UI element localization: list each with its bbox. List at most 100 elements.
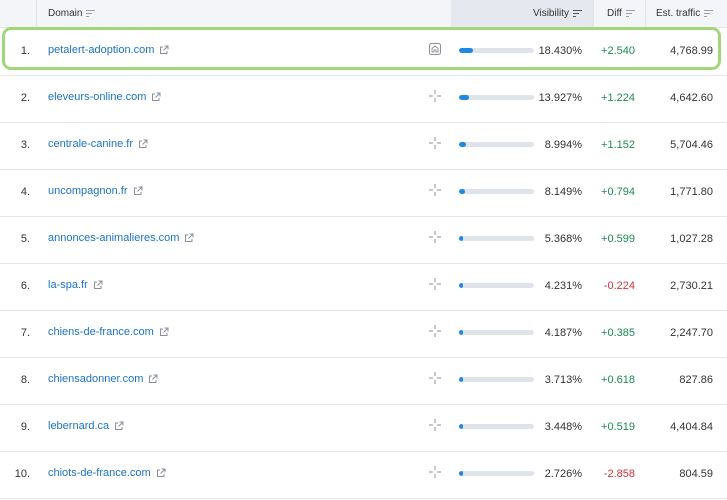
- crosshair-icon[interactable]: [428, 277, 442, 291]
- domain-link[interactable]: chiensadonner.com: [48, 373, 143, 385]
- rank-number: 1.: [20, 45, 30, 57]
- sort-icon[interactable]: [704, 10, 714, 17]
- external-link-icon[interactable]: [159, 327, 169, 337]
- external-link-icon[interactable]: [184, 233, 194, 243]
- rank-number: 7.: [20, 327, 30, 339]
- visibility-value: 3.448%: [544, 421, 582, 433]
- visibility-bar-fill: [459, 424, 463, 429]
- visibility-bar-fill: [459, 283, 463, 288]
- traffic-value: 827.86: [679, 374, 713, 386]
- domain-cell: annonces-animalieres.com: [48, 232, 194, 244]
- visibility-bar: [459, 424, 534, 429]
- sort-icon[interactable]: [625, 10, 635, 17]
- domain-cell: centrale-canine.fr: [48, 138, 148, 150]
- diff-value: +1.152: [601, 139, 635, 151]
- external-link-icon[interactable]: [148, 374, 158, 384]
- visibility-bar: [459, 48, 534, 53]
- diff-header-label: Diff: [607, 8, 622, 19]
- table-row: 7. chiens-de-france.com 4.187% +0.385 2,247.…: [0, 310, 727, 358]
- external-link-icon[interactable]: [151, 92, 161, 102]
- traffic-column-header[interactable]: Est. traffic: [656, 0, 714, 27]
- table-row: 1. petalert-adoption.com 18.430% +2.540 4,76…: [0, 28, 727, 76]
- table-row: 5. annonces-animalieres.com 5.368% +0.599 1,…: [0, 216, 727, 264]
- traffic-value: 5,704.46: [670, 139, 713, 151]
- diff-value: +0.794: [601, 186, 635, 198]
- table-row: 9. lebernard.ca 3.448% +0.519 4,404.84: [0, 404, 727, 452]
- domain-link[interactable]: petalert-adoption.com: [48, 44, 154, 56]
- domain-link[interactable]: lebernard.ca: [48, 420, 109, 432]
- crosshair-icon[interactable]: [428, 230, 442, 244]
- competitors-table: Domain Visibility Diff Est. traffic 1. pe…: [0, 0, 727, 500]
- diff-value: +0.385: [601, 327, 635, 339]
- column-divider: [36, 0, 37, 27]
- visibility-value: 4.187%: [544, 327, 582, 339]
- crosshair-icon[interactable]: [428, 136, 442, 150]
- external-link-icon[interactable]: [93, 280, 103, 290]
- domain-link[interactable]: eleveurs-online.com: [48, 91, 146, 103]
- traffic-value: 1,771.80: [670, 186, 713, 198]
- external-link-icon[interactable]: [138, 139, 148, 149]
- crosshair-icon[interactable]: [428, 371, 442, 385]
- external-link-icon[interactable]: [156, 468, 166, 478]
- crosshair-icon[interactable]: [428, 418, 442, 432]
- sort-icon[interactable]: [86, 10, 96, 17]
- visibility-bar-fill: [459, 236, 463, 241]
- visibility-bar: [459, 471, 534, 476]
- home-icon[interactable]: [428, 42, 442, 56]
- traffic-value: 1,027.28: [670, 233, 713, 245]
- rank-number: 2.: [20, 92, 30, 104]
- diff-column-header[interactable]: Diff: [607, 0, 635, 27]
- visibility-bar: [459, 283, 534, 288]
- external-link-icon[interactable]: [133, 186, 143, 196]
- domain-link[interactable]: la-spa.fr: [48, 279, 88, 291]
- visibility-value: 8.994%: [544, 139, 582, 151]
- visibility-bar-fill: [459, 95, 469, 100]
- traffic-value: 4,404.84: [670, 421, 713, 433]
- visibility-bar: [459, 377, 534, 382]
- rank-number: 4.: [20, 186, 30, 198]
- diff-value: +0.618: [601, 374, 635, 386]
- crosshair-icon[interactable]: [428, 324, 442, 338]
- rank-number: 9.: [20, 421, 30, 433]
- sort-desc-icon[interactable]: [572, 10, 582, 17]
- visibility-value: 3.713%: [544, 374, 582, 386]
- visibility-value: 5.368%: [544, 233, 582, 245]
- external-link-icon[interactable]: [114, 421, 124, 431]
- diff-value: +0.599: [601, 233, 635, 245]
- table-row: 4. uncompagnon.fr 8.149% +0.794 1,771.80: [0, 169, 727, 217]
- domain-link[interactable]: uncompagnon.fr: [48, 185, 128, 197]
- domain-column-header[interactable]: Domain: [48, 0, 96, 27]
- visibility-column-header[interactable]: Visibility: [533, 0, 582, 27]
- table-row: 3. centrale-canine.fr 8.994% +1.152 5,704.46: [0, 122, 727, 170]
- visibility-bar: [459, 189, 534, 194]
- table-row: 2. eleveurs-online.com 13.927% +1.224 4,642.…: [0, 75, 727, 123]
- crosshair-icon[interactable]: [428, 183, 442, 197]
- visibility-bar-fill: [459, 471, 463, 476]
- rank-number: 10.: [14, 468, 30, 480]
- domain-link[interactable]: centrale-canine.fr: [48, 138, 133, 150]
- domain-cell: chiots-de-france.com: [48, 467, 166, 479]
- traffic-value: 2,247.70: [670, 327, 713, 339]
- domain-cell: eleveurs-online.com: [48, 91, 161, 103]
- table-row: 10. chiots-de-france.com 2.726% -2.858 804.5…: [0, 451, 727, 499]
- domain-cell: chiensadonner.com: [48, 373, 158, 385]
- visibility-bar-fill: [459, 189, 465, 194]
- visibility-header-label: Visibility: [533, 8, 569, 19]
- crosshair-icon[interactable]: [428, 89, 442, 103]
- external-link-icon[interactable]: [159, 45, 169, 55]
- domain-cell: la-spa.fr: [48, 279, 103, 291]
- visibility-bar: [459, 95, 534, 100]
- domain-cell: lebernard.ca: [48, 420, 124, 432]
- domain-cell: petalert-adoption.com: [48, 44, 169, 56]
- domain-header-label: Domain: [48, 8, 83, 19]
- domain-link[interactable]: chiots-de-france.com: [48, 467, 151, 479]
- domain-link[interactable]: chiens-de-france.com: [48, 326, 154, 338]
- domain-link[interactable]: annonces-animalieres.com: [48, 232, 179, 244]
- traffic-value: 2,730.21: [670, 280, 713, 292]
- visibility-value: 18.430%: [538, 45, 582, 57]
- column-divider: [645, 0, 646, 27]
- visibility-bar-fill: [459, 48, 473, 53]
- visibility-value: 13.927%: [538, 92, 582, 104]
- crosshair-icon[interactable]: [428, 465, 442, 479]
- table-row: 6. la-spa.fr 4.231% -0.224 2,730.21: [0, 263, 727, 311]
